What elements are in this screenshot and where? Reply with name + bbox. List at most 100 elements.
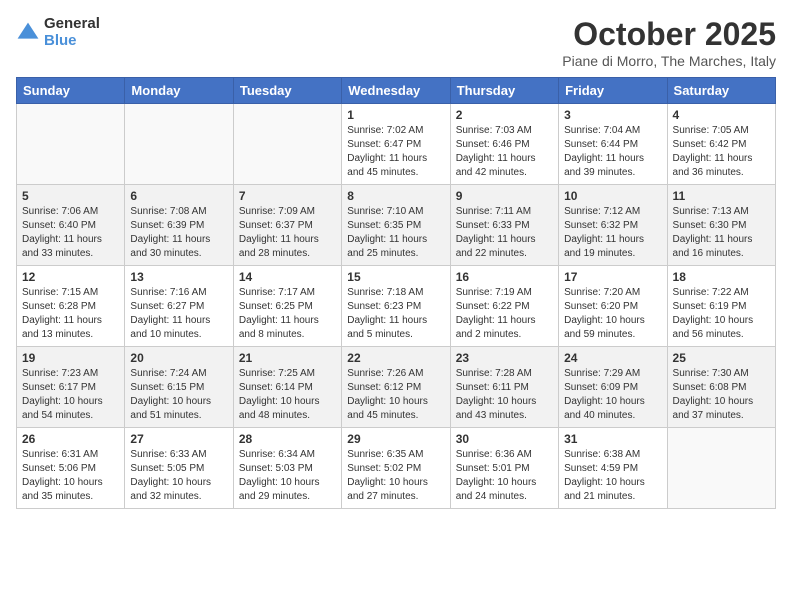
day-number: 11 [673, 189, 770, 203]
table-row: 1 Sunrise: 7:02 AM Sunset: 6:47 PM Daylig… [342, 104, 450, 185]
day-info: Sunrise: 7:12 AM Sunset: 6:32 PM Dayligh… [564, 205, 661, 261]
table-row: 9 Sunrise: 7:11 AM Sunset: 6:33 PM Daylig… [450, 185, 558, 266]
table-row [17, 104, 125, 185]
day-number: 24 [564, 351, 661, 365]
day-number: 20 [130, 351, 227, 365]
day-number: 26 [22, 432, 119, 446]
day-number: 4 [673, 108, 770, 122]
day-number: 29 [347, 432, 444, 446]
table-row: 6 Sunrise: 7:08 AM Sunset: 6:39 PM Daylig… [125, 185, 233, 266]
day-info: Sunrise: 7:13 AM Sunset: 6:30 PM Dayligh… [673, 205, 770, 261]
table-row: 10 Sunrise: 7:12 AM Sunset: 6:32 PM Dayli… [559, 185, 667, 266]
day-info: Sunrise: 7:10 AM Sunset: 6:35 PM Dayligh… [347, 205, 444, 261]
day-info: Sunrise: 7:24 AM Sunset: 6:15 PM Dayligh… [130, 367, 227, 423]
day-info: Sunrise: 7:23 AM Sunset: 6:17 PM Dayligh… [22, 367, 119, 423]
table-row: 4 Sunrise: 7:05 AM Sunset: 6:42 PM Daylig… [667, 104, 775, 185]
day-info: Sunrise: 7:08 AM Sunset: 6:39 PM Dayligh… [130, 205, 227, 261]
table-row [125, 104, 233, 185]
calendar-header-row: SundayMondayTuesdayWednesdayThursdayFrid… [17, 78, 776, 104]
day-info: Sunrise: 6:34 AM Sunset: 5:03 PM Dayligh… [239, 448, 336, 504]
day-number: 14 [239, 270, 336, 284]
day-of-week-header: Saturday [667, 78, 775, 104]
day-number: 5 [22, 189, 119, 203]
table-row: 7 Sunrise: 7:09 AM Sunset: 6:37 PM Daylig… [233, 185, 341, 266]
table-row: 29 Sunrise: 6:35 AM Sunset: 5:02 PM Dayli… [342, 428, 450, 509]
day-number: 7 [239, 189, 336, 203]
day-info: Sunrise: 7:18 AM Sunset: 6:23 PM Dayligh… [347, 286, 444, 342]
day-info: Sunrise: 7:02 AM Sunset: 6:47 PM Dayligh… [347, 124, 444, 180]
calendar-week-row: 26 Sunrise: 6:31 AM Sunset: 5:06 PM Dayli… [17, 428, 776, 509]
day-number: 21 [239, 351, 336, 365]
day-number: 3 [564, 108, 661, 122]
page-header: General Blue October 2025 Piane di Morro… [16, 16, 776, 69]
logo-icon [16, 21, 40, 45]
day-number: 6 [130, 189, 227, 203]
day-info: Sunrise: 7:11 AM Sunset: 6:33 PM Dayligh… [456, 205, 553, 261]
day-info: Sunrise: 7:06 AM Sunset: 6:40 PM Dayligh… [22, 205, 119, 261]
table-row: 31Sunrise: 6:38 AM Sunset: 4:59 PM Dayli… [559, 428, 667, 509]
day-number: 30 [456, 432, 553, 446]
day-number: 27 [130, 432, 227, 446]
day-of-week-header: Thursday [450, 78, 558, 104]
day-number: 28 [239, 432, 336, 446]
day-of-week-header: Sunday [17, 78, 125, 104]
table-row: 17 Sunrise: 7:20 AM Sunset: 6:20 PM Dayli… [559, 266, 667, 347]
day-info: Sunrise: 7:09 AM Sunset: 6:37 PM Dayligh… [239, 205, 336, 261]
day-info: Sunrise: 6:36 AM Sunset: 5:01 PM Dayligh… [456, 448, 553, 504]
table-row: 13 Sunrise: 7:16 AM Sunset: 6:27 PM Dayli… [125, 266, 233, 347]
day-info: Sunrise: 7:03 AM Sunset: 6:46 PM Dayligh… [456, 124, 553, 180]
table-row [233, 104, 341, 185]
location-text: Piane di Morro, The Marches, Italy [562, 53, 776, 69]
day-info: Sunrise: 7:29 AM Sunset: 6:09 PM Dayligh… [564, 367, 661, 423]
day-number: 19 [22, 351, 119, 365]
table-row: 24 Sunrise: 7:29 AM Sunset: 6:09 PM Dayli… [559, 347, 667, 428]
table-row: 8 Sunrise: 7:10 AM Sunset: 6:35 PM Daylig… [342, 185, 450, 266]
table-row: 22Sunrise: 7:26 AM Sunset: 6:12 PM Dayli… [342, 347, 450, 428]
day-info: Sunrise: 7:05 AM Sunset: 6:42 PM Dayligh… [673, 124, 770, 180]
day-number: 23 [456, 351, 553, 365]
day-info: Sunrise: 6:31 AM Sunset: 5:06 PM Dayligh… [22, 448, 119, 504]
logo: General Blue [16, 16, 100, 49]
day-info: Sunrise: 7:20 AM Sunset: 6:20 PM Dayligh… [564, 286, 661, 342]
day-of-week-header: Friday [559, 78, 667, 104]
table-row: 14Sunrise: 7:17 AM Sunset: 6:25 PM Dayli… [233, 266, 341, 347]
table-row: 11 Sunrise: 7:13 AM Sunset: 6:30 PM Dayli… [667, 185, 775, 266]
day-info: Sunrise: 7:04 AM Sunset: 6:44 PM Dayligh… [564, 124, 661, 180]
day-number: 10 [564, 189, 661, 203]
day-number: 9 [456, 189, 553, 203]
day-number: 25 [673, 351, 770, 365]
table-row: 28 Sunrise: 6:34 AM Sunset: 5:03 PM Dayli… [233, 428, 341, 509]
day-info: Sunrise: 7:16 AM Sunset: 6:27 PM Dayligh… [130, 286, 227, 342]
calendar-week-row: 19 Sunrise: 7:23 AM Sunset: 6:17 PM Dayli… [17, 347, 776, 428]
table-row: 3 Sunrise: 7:04 AM Sunset: 6:44 PM Daylig… [559, 104, 667, 185]
logo-blue-text: Blue [44, 33, 100, 50]
calendar-table: SundayMondayTuesdayWednesdayThursdayFrid… [16, 77, 776, 509]
table-row: 30 Sunrise: 6:36 AM Sunset: 5:01 PM Dayli… [450, 428, 558, 509]
month-title: October 2025 [562, 16, 776, 53]
table-row: 12 Sunrise: 7:15 AM Sunset: 6:28 PM Dayli… [17, 266, 125, 347]
table-row: 26 Sunrise: 6:31 AM Sunset: 5:06 PM Dayli… [17, 428, 125, 509]
table-row: 27Sunrise: 6:33 AM Sunset: 5:05 PM Dayli… [125, 428, 233, 509]
day-number: 8 [347, 189, 444, 203]
day-number: 31 [564, 432, 661, 446]
title-area: October 2025 Piane di Morro, The Marches… [562, 16, 776, 69]
table-row: 18Sunrise: 7:22 AM Sunset: 6:19 PM Dayli… [667, 266, 775, 347]
day-number: 16 [456, 270, 553, 284]
day-number: 1 [347, 108, 444, 122]
day-info: Sunrise: 7:26 AM Sunset: 6:12 PM Dayligh… [347, 367, 444, 423]
table-row: 16 Sunrise: 7:19 AM Sunset: 6:22 PM Dayli… [450, 266, 558, 347]
day-info: Sunrise: 7:19 AM Sunset: 6:22 PM Dayligh… [456, 286, 553, 342]
day-number: 15 [347, 270, 444, 284]
table-row: 5 Sunrise: 7:06 AM Sunset: 6:40 PM Daylig… [17, 185, 125, 266]
day-info: Sunrise: 6:35 AM Sunset: 5:02 PM Dayligh… [347, 448, 444, 504]
day-number: 2 [456, 108, 553, 122]
day-info: Sunrise: 7:15 AM Sunset: 6:28 PM Dayligh… [22, 286, 119, 342]
table-row: 21Sunrise: 7:25 AM Sunset: 6:14 PM Dayli… [233, 347, 341, 428]
day-number: 17 [564, 270, 661, 284]
table-row: 23Sunrise: 7:28 AM Sunset: 6:11 PM Dayli… [450, 347, 558, 428]
day-of-week-header: Wednesday [342, 78, 450, 104]
day-number: 13 [130, 270, 227, 284]
calendar-week-row: 1 Sunrise: 7:02 AM Sunset: 6:47 PM Daylig… [17, 104, 776, 185]
day-number: 12 [22, 270, 119, 284]
day-of-week-header: Monday [125, 78, 233, 104]
